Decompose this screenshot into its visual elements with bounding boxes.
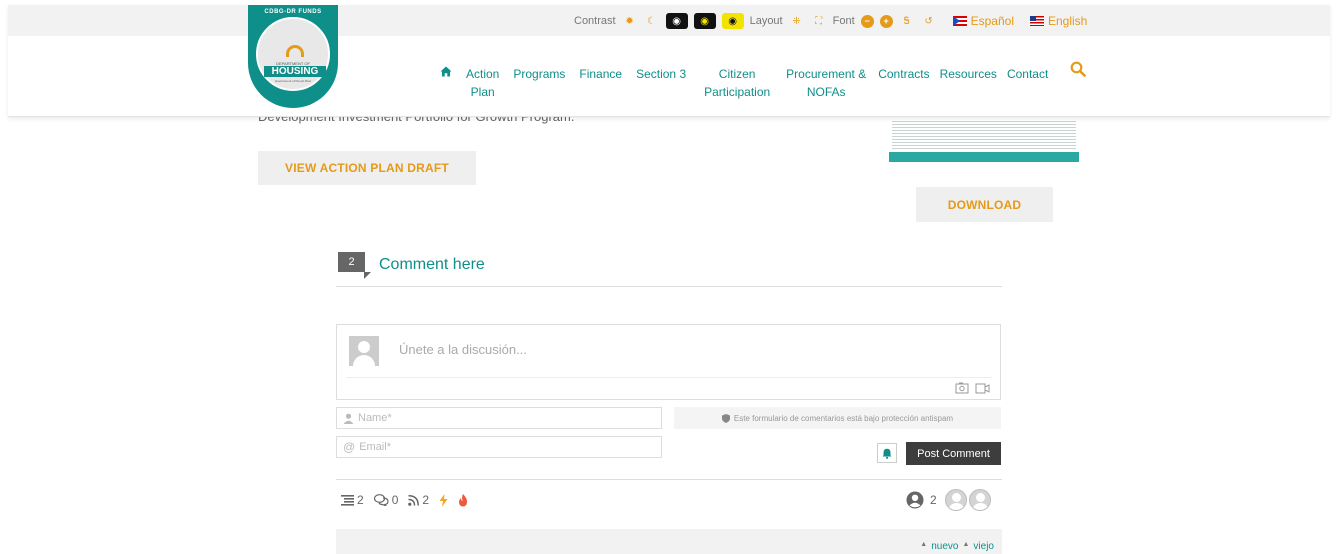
user-circle-icon [906, 491, 924, 509]
page: Development Investment Portfolio for Gro… [0, 0, 1338, 554]
compress-icon[interactable]: ⁜ [789, 13, 805, 29]
sort-up-icon: ▲ [920, 541, 928, 548]
site-logo[interactable]: CDBG-DR FUNDS DEPARTMENT OF HOUSING Gove… [248, 5, 338, 108]
reset-icon[interactable]: ↺ [921, 13, 937, 29]
followers-count: 2 [422, 493, 430, 507]
at-icon: @ [343, 440, 356, 454]
font-readable-icon[interactable]: Ꭶ [899, 13, 915, 29]
divider [336, 286, 1002, 287]
nav-item-resources[interactable]: Resources [940, 65, 997, 83]
lang-spanish-link[interactable]: Español [952, 14, 1014, 28]
image-upload-icon[interactable] [955, 382, 969, 394]
sort-old-link[interactable]: viejo [973, 541, 994, 552]
main-nav: Action Plan Programs Finance Section 3 Ci… [440, 65, 1062, 105]
comment-stats: 2 0 2 [341, 493, 472, 507]
antispam-notice: Este formulario de comentarios está bajo… [674, 407, 1001, 429]
subscribe-button[interactable] [877, 443, 897, 463]
thumbnail-lines [892, 119, 1076, 150]
threads-stat[interactable]: 2 [341, 493, 364, 507]
antispam-text: Este formulario de comentarios está bajo… [733, 413, 954, 423]
logo-arch [286, 45, 304, 57]
logo-sub-text: Government of Puerto Rico [274, 79, 312, 83]
editor-divider [346, 377, 992, 378]
sort-up-icon: ▲ [962, 541, 970, 548]
site-header: Contrast ✹ ☾ ◉ ◉ ◉ Layout ⁜ ⛶ Font − + Ꭶ… [8, 5, 1330, 117]
threads-count: 2 [357, 493, 364, 507]
divider [336, 479, 1002, 480]
sort-bar: ▲ nuevo ▲ viejo [336, 529, 1002, 554]
home-icon[interactable] [440, 66, 452, 77]
name-placeholder: Name* [358, 412, 392, 424]
accessibility-bar: Contrast ✹ ☾ ◉ ◉ ◉ Layout ⁜ ⛶ Font − + Ꭶ… [8, 5, 1330, 36]
us-flag-icon [1030, 16, 1044, 26]
lightning-icon [439, 493, 448, 507]
nav-item-programs[interactable]: Programs [513, 65, 565, 83]
lang-english-label: English [1048, 14, 1088, 28]
avatar[interactable] [968, 489, 991, 511]
contrast-default-icon[interactable]: ✹ [622, 13, 638, 29]
font-increase-icon[interactable]: + [879, 14, 893, 28]
eye-dark-icon[interactable]: ◉ [665, 13, 688, 29]
download-button[interactable]: DOWNLOAD [916, 187, 1053, 222]
lang-english-link[interactable]: English [1030, 14, 1087, 28]
nav-item-section-3[interactable]: Section 3 [636, 65, 686, 83]
font-decrease-icon[interactable]: − [860, 14, 874, 28]
followers-stat[interactable]: 2 [408, 493, 429, 507]
nav-item-citizen-participation[interactable]: Citizen Participation [704, 65, 770, 101]
comment-editor[interactable]: Únete a la discusión... [336, 324, 1001, 400]
nav-item-contact[interactable]: Contact [1007, 65, 1048, 83]
expand-icon[interactable]: ⛶ [811, 13, 827, 29]
hot-stat[interactable] [458, 493, 468, 507]
comments-icon [373, 494, 389, 506]
video-upload-icon[interactable] [975, 382, 990, 394]
comments-title: Comment here [379, 256, 485, 273]
logo-top-text: CDBG-DR FUNDS [264, 9, 322, 15]
eye-yellow-icon[interactable]: ◉ [721, 13, 744, 29]
puerto-rico-flag-icon [952, 16, 967, 26]
replies-count: 0 [391, 493, 399, 507]
authors-count: 2 [930, 493, 937, 507]
rss-icon [408, 494, 420, 506]
fire-icon [459, 493, 468, 506]
avatar[interactable] [944, 489, 967, 511]
shield-icon [721, 413, 730, 423]
nav-item-procurement[interactable]: Procurement & NOFAs [786, 65, 866, 101]
email-placeholder: Email* [359, 441, 391, 453]
user-icon [343, 413, 354, 424]
contrast-label: Contrast [574, 15, 616, 27]
comment-input[interactable]: Únete a la discusión... [399, 342, 527, 357]
post-comment-button[interactable]: Post Comment [906, 442, 1001, 465]
logo-seal: DEPARTMENT OF HOUSING Government of Puer… [256, 17, 330, 91]
bell-icon [882, 448, 892, 459]
layout-label: Layout [749, 15, 783, 27]
lang-spanish-label: Español [970, 14, 1014, 28]
nav-item-contracts[interactable]: Contracts [878, 65, 929, 83]
thumbnail-footer [889, 152, 1079, 162]
nav-item-finance[interactable]: Finance [579, 65, 622, 83]
list-icon [341, 494, 354, 506]
font-label: Font [832, 15, 855, 27]
moon-icon[interactable]: ☾ [644, 13, 660, 29]
email-field[interactable]: @ Email* [336, 436, 662, 458]
eye-dark-yellow-icon[interactable]: ◉ [693, 13, 716, 29]
name-field[interactable]: Name* [336, 407, 662, 429]
view-action-plan-button[interactable]: VIEW ACTION PLAN DRAFT [258, 151, 476, 185]
document-thumbnail[interactable] [889, 116, 1079, 162]
sort-links: ▲ nuevo ▲ viejo [920, 541, 994, 552]
search-icon[interactable] [1070, 61, 1086, 77]
trending-stat[interactable] [439, 493, 448, 507]
logo-housing-text: HOUSING [264, 66, 326, 77]
avatar [349, 336, 379, 366]
accessibility-tools: Contrast ✹ ☾ ◉ ◉ ◉ Layout ⁜ ⛶ Font − + Ꭶ… [574, 12, 1087, 30]
media-icons [955, 382, 990, 394]
comment-count-badge: 2 [338, 252, 371, 279]
sort-new-link[interactable]: nuevo [931, 541, 958, 552]
nav-item-action-plan[interactable]: Action Plan [466, 65, 499, 101]
authors: 2 [906, 489, 991, 511]
replies-stat[interactable]: 0 [373, 493, 399, 507]
